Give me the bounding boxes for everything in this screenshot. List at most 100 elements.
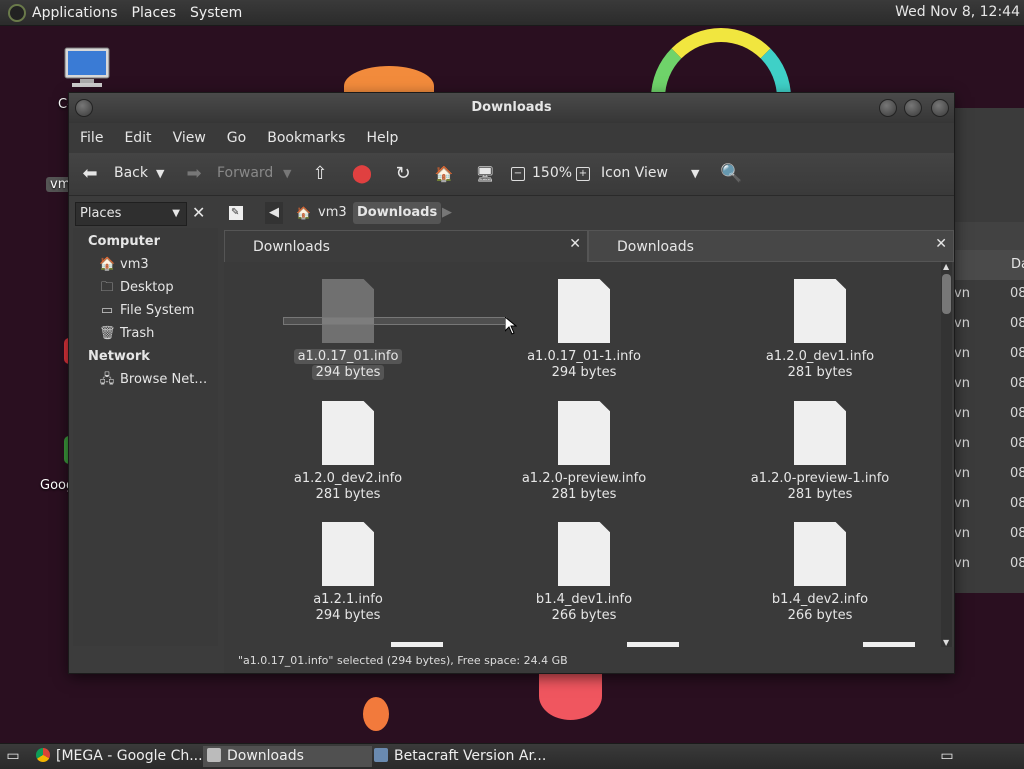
zoom-out-icon[interactable]: − — [511, 167, 525, 181]
document-icon — [558, 522, 610, 586]
menu-system[interactable]: System — [190, 5, 242, 21]
row-cell: 08 — [1010, 376, 1024, 391]
back-history-dropdown[interactable]: ▼ — [156, 167, 164, 180]
file-size: 294 bytes — [315, 608, 381, 623]
row-cell: 08 — [1010, 526, 1024, 541]
scroll-down-icon[interactable]: ▼ — [943, 638, 949, 647]
file-name: a1.2.0-preview-1.info — [750, 471, 890, 486]
workspace-switcher-icon[interactable]: ▭ — [937, 746, 957, 767]
row-cell: 08 — [1010, 286, 1024, 301]
row-cell: vn — [954, 406, 970, 421]
close-tab-icon[interactable]: ✕ — [569, 236, 581, 252]
background-window-tabbar — [950, 222, 1024, 250]
sidebar-item-browse-network[interactable]: Browse Net… — [120, 372, 207, 387]
stop-icon[interactable]: ⬤ — [351, 163, 373, 185]
file-grid[interactable]: a1.0.17_01.info 294 bytes a1.0.17_01-1.i… — [224, 262, 941, 647]
file-manager-window: Downloads File Edit View Go Bookmarks He… — [69, 93, 954, 673]
home-folder-icon[interactable]: 🏠 — [433, 163, 455, 185]
task-mega-chrome[interactable]: [MEGA - Google Ch... — [36, 746, 203, 767]
close-tab-icon[interactable]: ✕ — [935, 236, 947, 252]
menu-go[interactable]: Go — [227, 130, 246, 146]
zoom-in-icon[interactable]: + — [576, 167, 590, 181]
close-button[interactable] — [931, 99, 949, 117]
distro-logo-icon[interactable] — [8, 3, 26, 22]
chevron-down-icon: ▼ — [172, 208, 180, 219]
tab-downloads-active[interactable]: Downloads ✕ — [224, 230, 588, 262]
tab-bar: Downloads ✕ Downloads ✕ — [224, 230, 954, 262]
file-item[interactable]: b1.4_dev2.info 266 bytes — [730, 522, 910, 623]
row-cell: vn — [954, 286, 970, 301]
tab-downloads-second[interactable]: Downloads ✕ — [588, 230, 954, 262]
menu-places[interactable]: Places — [132, 5, 177, 21]
menu-view[interactable]: View — [173, 130, 206, 146]
file-item[interactable]: a1.2.0_dev2.info 281 bytes — [258, 401, 438, 502]
forward-button[interactable]: Forward — [217, 165, 273, 181]
task-downloads[interactable]: Downloads — [203, 746, 372, 767]
file-item[interactable]: a1.0.17_01.info 294 bytes — [258, 279, 438, 380]
file-size: 281 bytes — [787, 487, 853, 502]
task-label: Betacraft Version Ar... — [394, 748, 547, 764]
task-betacraft[interactable]: Betacraft Version Ar... — [374, 746, 546, 767]
file-item[interactable]: a1.2.0-preview.info 281 bytes — [494, 401, 674, 502]
minimize-button[interactable] — [879, 99, 897, 117]
show-desktop-icon[interactable]: ▭ — [4, 746, 22, 767]
file-name: a1.2.0_dev2.info — [293, 471, 403, 486]
document-icon — [794, 522, 846, 586]
menu-help[interactable]: Help — [366, 130, 398, 146]
file-item[interactable]: a1.2.0_dev1.info 281 bytes — [730, 279, 910, 380]
menu-bookmarks[interactable]: Bookmarks — [267, 130, 345, 146]
menu-file[interactable]: File — [80, 130, 103, 146]
scroll-up-icon[interactable]: ▲ — [943, 262, 949, 271]
file-item[interactable]: b1.4_dev1.info 266 bytes — [494, 522, 674, 623]
maximize-button[interactable] — [904, 99, 922, 117]
file-name: a1.2.1.info — [313, 592, 383, 607]
sidebar-type-label: Places — [80, 206, 122, 221]
row-cell: 08 — [1010, 436, 1024, 451]
background-window[interactable]: Da vn 08 vn 08 vn 08 vn 08 vn 08 vn 08 v… — [950, 108, 1024, 593]
row-cell: vn — [954, 526, 970, 541]
file-item[interactable]: a1.0.17_01-1.info 294 bytes — [494, 279, 674, 380]
sidebar-item-file-system[interactable]: File System — [120, 303, 194, 318]
back-arrow-icon[interactable]: ⬅ — [79, 163, 101, 185]
computer-icon[interactable]: 🖥 — [474, 163, 496, 185]
chevron-down-icon[interactable]: ▼ — [691, 167, 699, 180]
edit-location-icon[interactable]: ✎ — [229, 206, 243, 220]
view-mode-select[interactable]: Icon View — [601, 165, 668, 181]
column-header-date[interactable]: Da — [1011, 257, 1024, 272]
file-item[interactable]: a1.2.0-preview-1.info 281 bytes — [730, 401, 910, 502]
breadcrumb-vm3[interactable]: vm3 — [314, 202, 351, 224]
reload-icon[interactable]: ↻ — [392, 163, 414, 185]
file-size: 294 bytes — [551, 365, 617, 380]
document-icon — [322, 279, 374, 343]
back-button[interactable]: Back — [114, 165, 148, 181]
up-arrow-icon[interactable]: ⇧ — [309, 163, 331, 185]
menu-edit[interactable]: Edit — [124, 130, 151, 146]
forward-arrow-icon[interactable]: ➡ — [183, 163, 205, 185]
close-sidebar-icon[interactable]: ✕ — [192, 203, 205, 222]
row-cell: vn — [954, 466, 970, 481]
document-icon — [794, 279, 846, 343]
search-icon[interactable]: 🔍 — [720, 163, 742, 185]
computer-desktop-icon[interactable] — [62, 46, 112, 90]
sidebar-item-vm3[interactable]: vm3 — [120, 257, 149, 272]
wallpaper-small-blob — [363, 697, 389, 731]
file-item[interactable]: a1.2.1.info 294 bytes — [258, 522, 438, 623]
forward-history-dropdown[interactable]: ▼ — [283, 167, 291, 180]
sidebar-type-select[interactable]: Places ▼ — [75, 202, 187, 226]
vertical-scrollbar[interactable]: ▲ ▼ — [941, 262, 952, 647]
file-name: b1.4_dev1.info — [535, 592, 633, 607]
breadcrumb-left-icon[interactable]: ◀ — [265, 202, 283, 224]
breadcrumb-downloads[interactable]: Downloads — [353, 202, 442, 224]
trash-icon: 🗑 — [99, 326, 116, 341]
menu-applications[interactable]: Applications — [32, 5, 118, 21]
breadcrumb-right-icon[interactable]: ▶ — [438, 202, 456, 224]
document-icon — [322, 522, 374, 586]
scrollbar-thumb[interactable] — [942, 274, 951, 314]
window-titlebar[interactable]: Downloads — [69, 93, 954, 123]
panel-clock[interactable]: Wed Nov 8, 12:44 — [895, 4, 1020, 20]
file-size: 294 bytes — [311, 365, 385, 380]
document-icon — [558, 279, 610, 343]
sidebar-item-trash[interactable]: Trash — [120, 326, 154, 341]
app-icon — [374, 748, 388, 762]
sidebar-item-desktop[interactable]: Desktop — [120, 280, 174, 295]
